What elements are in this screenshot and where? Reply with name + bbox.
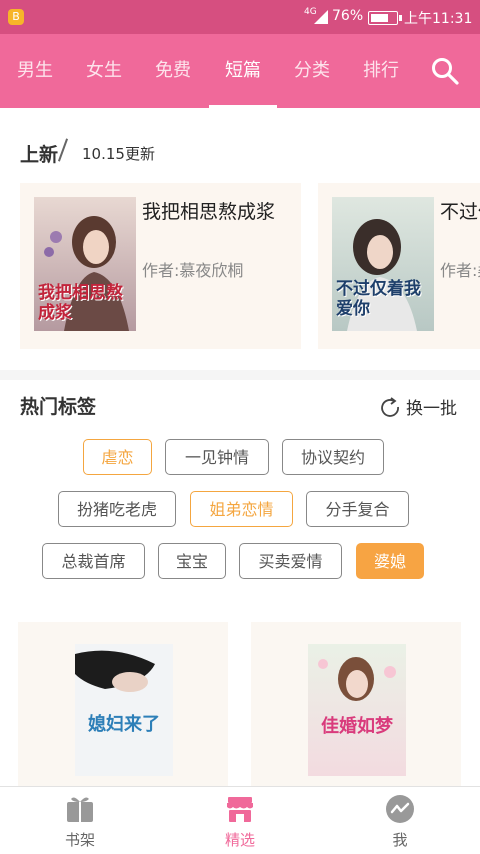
book-cover: 我把相思熬成浆 <box>34 197 136 331</box>
nav-me[interactable]: 我 <box>360 787 440 854</box>
refresh-icon <box>381 397 399 417</box>
hot-tags-title: 热门标签 <box>15 392 96 419</box>
refresh-button[interactable]: 换一批 <box>380 394 460 420</box>
profile-icon <box>386 795 414 823</box>
book-cover: 媳妇来了 <box>75 644 173 776</box>
tag-chip[interactable]: 虐恋 <box>83 439 152 475</box>
new-releases-section: 上新 10.15更新 我把相思熬成浆 我把相思熬成浆 作者:慕夜欣桐 不过仅着我… <box>0 108 480 370</box>
tab-free[interactable]: 免费 <box>155 34 191 108</box>
refresh-label: 换一批 <box>406 399 457 419</box>
book-card[interactable]: 我把相思熬成浆 我把相思熬成浆 作者:慕夜欣桐 <box>20 183 301 349</box>
book-cover-image <box>75 644 173 776</box>
battery-percent: 76% <box>332 8 364 24</box>
book-cover: 佳婚如梦 <box>308 644 406 776</box>
hot-tags-section: 热门标签 换一批 虐恋 一见钟情 协议契约 扮猪吃老虎 姐弟恋情 分手复合 总裁… <box>0 380 480 606</box>
signal-icon <box>314 10 328 24</box>
tag-chip[interactable]: 协议契约 <box>282 439 384 475</box>
title-divider <box>57 138 69 162</box>
book-author: 作者:柔 <box>440 261 480 280</box>
tag-chip[interactable]: 宝宝 <box>158 543 226 579</box>
cover-title-text: 不过仅着我爱你 <box>336 279 421 319</box>
section-title: 上新 <box>15 138 69 167</box>
bottom-nav: 书架 精选 我 <box>0 786 480 854</box>
nav-bookshelf[interactable]: 书架 <box>40 787 120 854</box>
book-title: 我把相思熬成浆 <box>142 201 276 223</box>
book-card[interactable]: 不过仅着我爱你 不过仅 作者:柔 <box>318 183 480 349</box>
tab-male[interactable]: 男生 <box>17 34 53 108</box>
tag-chip[interactable]: 分手复合 <box>306 491 409 527</box>
tab-short-stories[interactable]: 短篇 <box>209 34 277 108</box>
tag-chip[interactable]: 婆媳 <box>356 543 424 579</box>
tag-chip[interactable]: 扮猪吃老虎 <box>58 491 176 527</box>
featured-books-section: 媳妇来了 佳婚如梦 <box>0 606 480 786</box>
book-author: 作者:慕夜欣桐 <box>142 261 244 280</box>
featured-book-card[interactable]: 佳婚如梦 <box>251 622 461 786</box>
book-cover: 不过仅着我爱你 <box>332 197 434 331</box>
tag-chip[interactable]: 买卖爱情 <box>239 543 342 579</box>
tab-category[interactable]: 分类 <box>294 34 330 108</box>
featured-book-card[interactable]: 媳妇来了 <box>18 622 228 786</box>
book-title: 不过仅 <box>440 201 480 223</box>
nav-me-label: 我 <box>392 831 408 849</box>
top-nav: 男生 女生 免费 短篇 分类 排行 <box>0 34 480 108</box>
tag-chip[interactable]: 总裁首席 <box>42 543 145 579</box>
battery-icon <box>368 11 402 25</box>
cover-title-text: 佳婚如梦 <box>321 716 393 737</box>
tab-female[interactable]: 女生 <box>86 34 122 108</box>
nav-featured-label: 精选 <box>224 831 255 849</box>
store-icon <box>227 797 253 822</box>
clock: 上午11:31 <box>404 11 473 27</box>
nav-bookshelf-label: 书架 <box>64 831 95 849</box>
cover-title-text: 我把相思熬成浆 <box>38 283 123 323</box>
bookshelf-icon <box>67 797 93 822</box>
app-notification-icon: B <box>8 9 24 25</box>
cover-title-text: 媳妇来了 <box>88 714 160 735</box>
tag-chip[interactable]: 一见钟情 <box>165 439 269 475</box>
search-icon[interactable] <box>430 56 460 86</box>
nav-featured[interactable]: 精选 <box>200 787 280 854</box>
book-cover-image <box>308 644 406 776</box>
update-date: 10.15更新 <box>82 145 155 163</box>
tag-chip[interactable]: 姐弟恋情 <box>190 491 293 527</box>
tab-ranking[interactable]: 排行 <box>363 34 399 108</box>
section-title-text: 上新 <box>20 144 59 166</box>
status-bar: B 4G 76% 上午11:31 <box>0 0 480 34</box>
